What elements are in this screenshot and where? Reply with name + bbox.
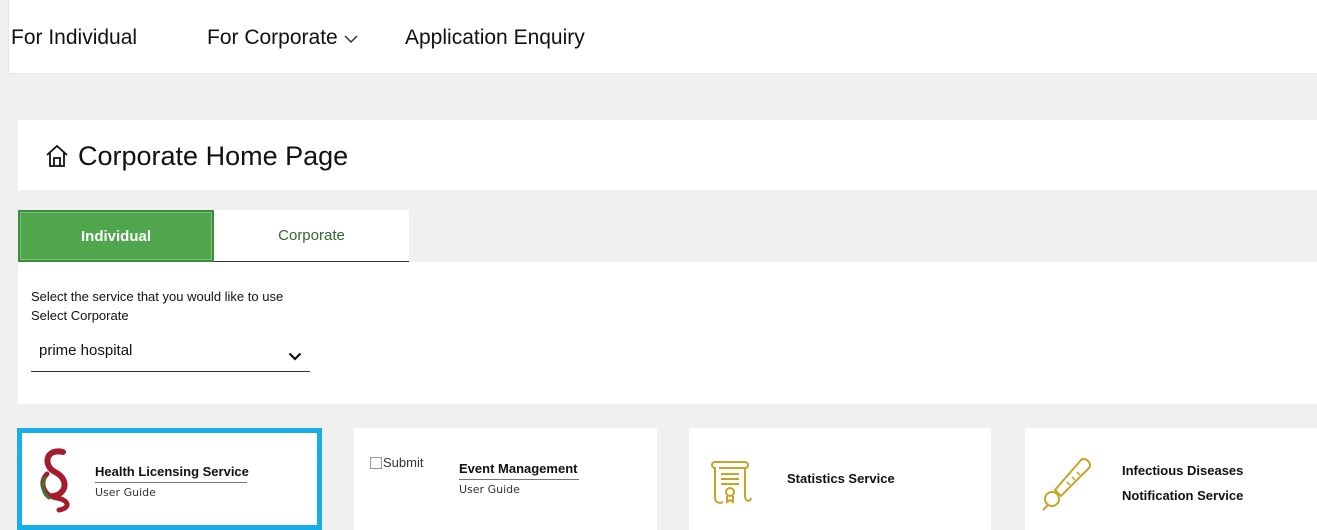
nav-for-corporate-label: For Corporate bbox=[207, 26, 338, 49]
nav-for-individual[interactable]: For Individual bbox=[11, 26, 137, 50]
select-corporate-label: Select Corporate bbox=[31, 308, 129, 323]
thermometer-icon bbox=[1041, 456, 1097, 517]
tab-corporate[interactable]: Corporate bbox=[214, 210, 409, 262]
chevron-down-icon bbox=[344, 26, 358, 50]
service-prompt: Select the service that you would like t… bbox=[31, 289, 284, 304]
broken-image: Submit bbox=[370, 455, 423, 470]
event-management-title: Event Management bbox=[459, 461, 578, 476]
infectious-diseases-title-line1: Infectious Diseases bbox=[1122, 463, 1244, 478]
nav-for-corporate[interactable]: For Corporate bbox=[207, 26, 358, 50]
chevron-down-icon bbox=[288, 348, 302, 366]
health-licensing-user-guide-link[interactable]: User Guide bbox=[95, 482, 247, 499]
service-card-infectious-diseases[interactable]: Infectious Diseases Notification Service bbox=[1025, 428, 1317, 530]
service-card-statistics[interactable]: Statistics Service bbox=[689, 428, 991, 530]
health-licensing-title: Health Licensing Service bbox=[95, 464, 249, 479]
infectious-diseases-title-line2: Notification Service bbox=[1122, 488, 1244, 503]
scroll-certificate-icon bbox=[709, 458, 757, 511]
service-selection-panel: Select the service that you would like t… bbox=[18, 262, 1317, 404]
service-card-health-licensing[interactable]: Health Licensing Service User Guide bbox=[17, 428, 322, 530]
home-icon bbox=[44, 143, 70, 174]
corporate-select[interactable]: prime hospital bbox=[31, 334, 310, 372]
tab-individual[interactable]: Individual bbox=[18, 210, 214, 262]
statistics-title: Statistics Service bbox=[787, 471, 895, 486]
corporate-select-value: prime hospital bbox=[39, 342, 133, 359]
infectious-diseases-title: Infectious Diseases Notification Service bbox=[1122, 458, 1243, 508]
broken-image-icon bbox=[370, 457, 382, 469]
nav-application-enquiry[interactable]: Application Enquiry bbox=[405, 26, 585, 50]
broken-image-alt: Submit bbox=[383, 455, 424, 470]
event-management-user-guide-link[interactable]: User Guide bbox=[459, 479, 579, 496]
health-licensing-logo-icon bbox=[35, 444, 75, 519]
service-card-event-management[interactable]: Submit Event Management User Guide bbox=[354, 428, 657, 530]
page-title: Corporate Home Page bbox=[78, 141, 349, 171]
page-header: Corporate Home Page bbox=[18, 120, 1317, 190]
top-navigation: For Individual For Corporate Application… bbox=[8, 0, 1317, 74]
